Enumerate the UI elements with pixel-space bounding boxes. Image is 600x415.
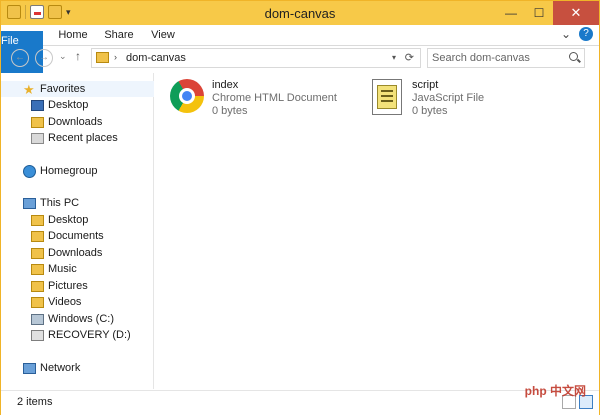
documents-icon xyxy=(31,230,44,242)
ribbon-help: ⌄ ? xyxy=(561,27,593,41)
folder-icon xyxy=(96,52,109,63)
back-button[interactable]: ← xyxy=(11,49,29,67)
downloads-icon xyxy=(31,247,44,259)
watermark: php 中文网 xyxy=(524,384,586,398)
nav-label: Pictures xyxy=(48,280,88,292)
nav-label: Windows (C:) xyxy=(48,313,115,325)
nav-label: Downloads xyxy=(48,247,103,259)
title-bar: ▾ dom-canvas — ☐ ✕ xyxy=(1,1,599,25)
nav-label: Documents xyxy=(48,230,104,242)
nav-label: This PC xyxy=(40,197,80,209)
chevron-right-icon[interactable]: › xyxy=(114,52,117,62)
address-dropdown-icon[interactable]: ▾ xyxy=(392,53,396,62)
script-icon xyxy=(370,79,406,115)
recent-places-icon xyxy=(31,132,44,144)
file-list: index Chrome HTML Document 0 bytes scrip… xyxy=(154,73,599,389)
address-toolbar: ← → ⌄ ↑ › dom-canvas ▾ ⟳ xyxy=(1,46,599,70)
maximize-button[interactable]: ☐ xyxy=(525,1,553,25)
search-icon[interactable] xyxy=(569,52,578,61)
address-path[interactable]: dom-canvas xyxy=(126,52,186,64)
file-item-script[interactable]: script JavaScript File 0 bytes xyxy=(370,79,484,123)
star-icon: ★ xyxy=(23,81,35,97)
search-input[interactable] xyxy=(432,51,562,65)
tab-share[interactable]: Share xyxy=(99,25,139,45)
homegroup-icon xyxy=(23,164,36,178)
forward-button[interactable]: → xyxy=(35,49,53,67)
file-name: index xyxy=(212,79,239,91)
nav-label: Music xyxy=(48,263,77,275)
help-icon[interactable]: ? xyxy=(579,27,593,41)
music-icon xyxy=(31,263,44,275)
up-button[interactable]: ↑ xyxy=(75,49,81,63)
status-bar: 2 items xyxy=(1,390,599,415)
nav-favorites[interactable]: ★ Favorites xyxy=(1,81,173,97)
nav-this-pc[interactable]: This PC xyxy=(1,195,173,211)
window-controls: — ☐ ✕ xyxy=(497,1,599,25)
chrome-icon xyxy=(170,79,206,115)
drive-icon xyxy=(31,329,44,341)
file-size: 0 bytes xyxy=(412,105,448,117)
nav-label: Recent places xyxy=(48,132,118,144)
ribbon-tabs: File Home Share View ⌄ ? xyxy=(1,25,599,75)
address-bar[interactable]: › dom-canvas ▾ ⟳ xyxy=(91,48,421,68)
file-type: JavaScript File xyxy=(412,92,485,104)
expand-ribbon-icon[interactable]: ⌄ xyxy=(561,27,571,41)
refresh-icon[interactable]: ⟳ xyxy=(405,51,414,64)
nav-label: Desktop xyxy=(48,99,89,111)
nav-label: Videos xyxy=(48,296,82,308)
item-count: 2 items xyxy=(17,396,53,408)
desktop-folder-icon xyxy=(31,214,44,226)
computer-icon xyxy=(23,197,36,209)
downloads-icon xyxy=(31,116,44,128)
file-item-index[interactable]: index Chrome HTML Document 0 bytes xyxy=(170,79,337,123)
close-button[interactable]: ✕ xyxy=(553,1,599,25)
file-name: script xyxy=(412,79,439,91)
nav-label: RECOVERY (D:) xyxy=(48,329,131,341)
nav-network[interactable]: Network xyxy=(1,360,173,376)
desktop-icon xyxy=(31,99,44,111)
nav-label: Favorites xyxy=(40,83,86,95)
windows-drive-icon xyxy=(31,313,44,325)
videos-icon xyxy=(31,296,44,308)
file-type: Chrome HTML Document xyxy=(212,92,337,104)
minimize-button[interactable]: — xyxy=(497,1,525,25)
pictures-icon xyxy=(31,280,44,292)
network-icon xyxy=(23,362,36,374)
recent-locations-button[interactable]: ⌄ xyxy=(59,51,67,62)
navigation-pane: ★ Favorites Desktop Downloads Recent pla… xyxy=(1,73,173,389)
nav-label: Network xyxy=(40,362,81,374)
nav-label: Homegroup xyxy=(40,165,98,177)
file-size: 0 bytes xyxy=(212,105,248,117)
search-box[interactable] xyxy=(427,48,585,68)
nav-label: Downloads xyxy=(48,116,103,128)
nav-label: Desktop xyxy=(48,214,89,226)
tab-home[interactable]: Home xyxy=(51,25,95,45)
explorer-window: ▾ dom-canvas — ☐ ✕ File Home Share View … xyxy=(0,0,600,415)
nav-homegroup[interactable]: Homegroup xyxy=(1,163,173,179)
tab-view[interactable]: View xyxy=(143,25,183,45)
